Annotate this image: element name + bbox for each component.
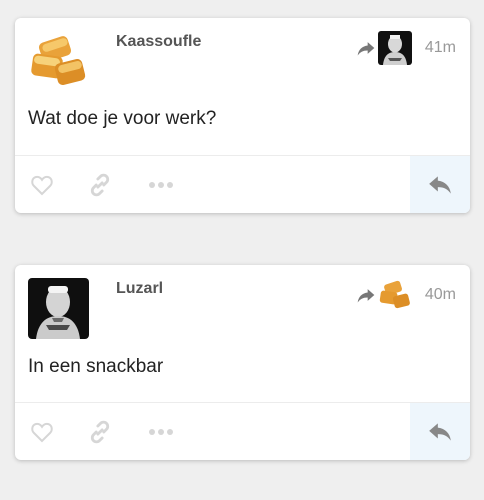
avatar[interactable] (28, 31, 89, 92)
post-author[interactable]: Luzarl (116, 280, 163, 298)
reply-to-avatar[interactable] (377, 278, 412, 312)
post-time: 41m (424, 39, 456, 56)
more-options-button[interactable] (147, 156, 175, 213)
forward-arrow-icon (357, 289, 375, 303)
post-meta: 40m (356, 277, 456, 313)
post-card: Kaassoufle 41m Wat doe je voor werk? (15, 18, 470, 213)
reply-button[interactable] (410, 156, 470, 213)
post-actions (15, 403, 470, 460)
link-icon (90, 420, 110, 443)
post-card: Luzarl 40m In een snackbar (15, 265, 470, 460)
post-body: Wat doe je voor werk? (28, 108, 217, 129)
luzarl-portrait-icon (377, 31, 412, 65)
kaassoufle-snack-icon (377, 278, 412, 312)
post-body: In een snackbar (28, 356, 164, 377)
share-link-button[interactable] (86, 156, 114, 213)
forward-arrow-icon (357, 42, 375, 56)
more-dots-icon (149, 181, 173, 188)
like-button[interactable] (28, 403, 56, 460)
reply-button[interactable] (410, 403, 470, 460)
avatar[interactable] (28, 278, 89, 339)
more-dots-icon (149, 428, 173, 435)
reply-arrow-icon (429, 175, 451, 194)
post-meta: 41m (356, 30, 456, 66)
post-actions (15, 156, 470, 213)
heart-icon (31, 175, 53, 195)
heart-icon (31, 422, 53, 442)
luzarl-portrait-icon (28, 278, 89, 339)
link-icon (90, 173, 110, 196)
share-link-button[interactable] (86, 403, 114, 460)
more-options-button[interactable] (147, 403, 175, 460)
post-author[interactable]: Kaassoufle (116, 33, 201, 51)
reply-to-avatar[interactable] (377, 31, 412, 65)
kaassoufle-snack-icon (28, 31, 89, 92)
reply-arrow-icon (429, 422, 451, 441)
post-time: 40m (424, 286, 456, 303)
like-button[interactable] (28, 156, 56, 213)
